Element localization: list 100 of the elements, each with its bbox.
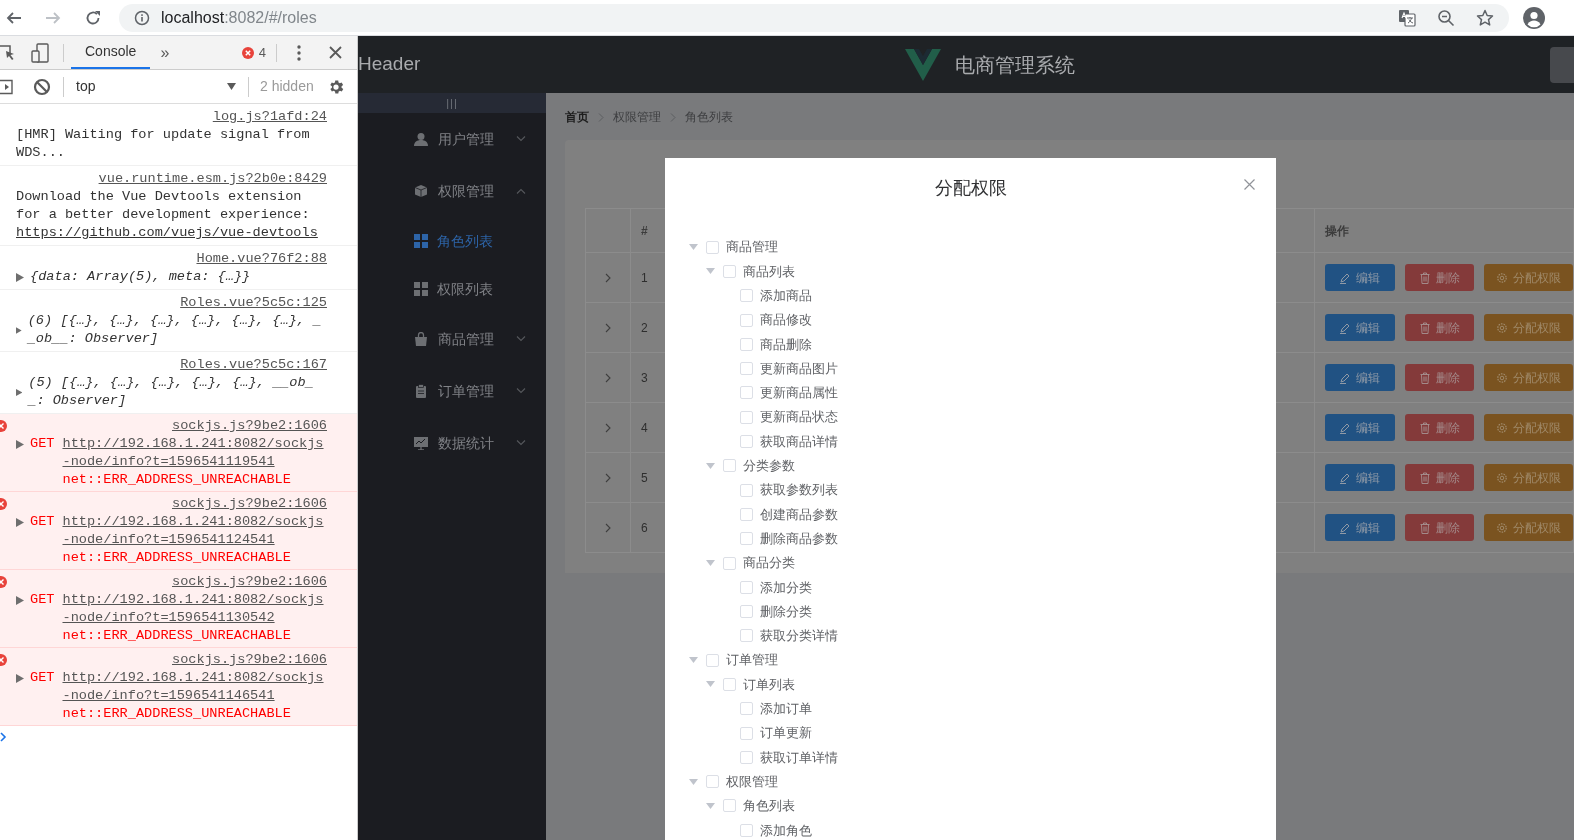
inspect-element-icon[interactable]: [0, 43, 16, 62]
expand-triangle-icon[interactable]: [16, 325, 22, 335]
caret-icon[interactable]: [706, 802, 715, 809]
tree-node[interactable]: 角色列表: [665, 793, 1276, 819]
caret-icon[interactable]: [689, 778, 698, 785]
url-link[interactable]: http://192.168.1.241:8082/sockjs-node/info?t=1596541130542: [62, 591, 327, 627]
source-link[interactable]: sockjs.js?9be2:1606: [172, 651, 327, 669]
tree-node[interactable]: 订单列表: [665, 672, 1276, 697]
chevron-right-icon[interactable]: [604, 371, 612, 384]
object-preview[interactable]: (5) [{…}, {…}, {…}, {…}, {…}, __ob__: Observer]: [28, 374, 327, 410]
profile-avatar-icon[interactable]: [1523, 6, 1545, 29]
caret-icon[interactable]: [689, 657, 698, 664]
url-link[interactable]: https://github.com/vuejs/vue-devtools: [16, 225, 318, 240]
sidebar-menu-item[interactable]: 商品管理: [358, 313, 546, 365]
caret-icon[interactable]: [706, 462, 715, 469]
reload-icon[interactable]: [85, 9, 101, 26]
source-link[interactable]: Roles.vue?5c5c:125: [180, 294, 327, 312]
checkbox[interactable]: [740, 750, 753, 764]
chevron-right-icon[interactable]: [604, 271, 612, 284]
checkbox[interactable]: [706, 240, 719, 254]
tree-node[interactable]: 更新商品属性: [665, 380, 1276, 406]
sidebar-menu-item[interactable]: 用户管理: [358, 113, 546, 165]
checkbox[interactable]: [723, 678, 736, 691]
back-icon[interactable]: [6, 9, 22, 26]
sidebar-submenu-item[interactable]: 权限列表: [358, 265, 546, 313]
url-link[interactable]: http://192.168.1.241:8082/sockjs-node/info?t=1596541146541: [62, 669, 327, 705]
checkbox[interactable]: [740, 629, 753, 643]
tree-node[interactable]: 添加角色: [665, 818, 1276, 840]
checkbox[interactable]: [723, 264, 736, 278]
tree-node[interactable]: 商品列表: [665, 259, 1276, 284]
tree-node[interactable]: 商品分类: [665, 550, 1276, 576]
checkbox[interactable]: [740, 823, 753, 837]
caret-icon[interactable]: [706, 268, 715, 275]
tree-node[interactable]: 订单管理: [665, 648, 1276, 673]
checkbox[interactable]: [740, 726, 753, 740]
tree-node[interactable]: 添加订单: [665, 696, 1276, 721]
close-icon[interactable]: [1244, 179, 1255, 190]
tree-node[interactable]: 权限管理: [665, 769, 1276, 794]
checkbox[interactable]: [740, 337, 753, 351]
tree-node[interactable]: 更新商品图片: [665, 356, 1276, 381]
address-bar[interactable]: localhost:8082/#/roles: [119, 3, 1509, 32]
tree-node[interactable]: 删除分类: [665, 599, 1276, 624]
checkbox[interactable]: [723, 799, 736, 813]
console-prompt-icon[interactable]: [0, 732, 7, 742]
caret-icon[interactable]: [706, 560, 715, 566]
sidebar-menu-item[interactable]: 数据统计: [358, 417, 546, 469]
checkbox[interactable]: [740, 605, 753, 619]
close-icon[interactable]: [329, 46, 342, 59]
more-tabs-button[interactable]: »: [160, 36, 170, 69]
expand-triangle-icon[interactable]: [16, 439, 24, 449]
object-preview[interactable]: {data: Array(5), meta: {…}}: [30, 268, 251, 286]
info-icon[interactable]: [134, 9, 150, 26]
expand-triangle-icon[interactable]: [16, 595, 24, 605]
chevron-right-icon[interactable]: [604, 471, 612, 484]
checkbox[interactable]: [740, 532, 753, 546]
checkbox[interactable]: [740, 483, 753, 497]
error-count-badge[interactable]: 4: [241, 36, 266, 69]
kebab-menu-icon[interactable]: [297, 44, 301, 61]
checkbox[interactable]: [740, 289, 753, 303]
tree-node[interactable]: 获取分类详情: [665, 623, 1276, 649]
checkbox[interactable]: [740, 313, 753, 327]
checkbox[interactable]: [740, 580, 753, 594]
tree-node[interactable]: 分类参数: [665, 453, 1276, 478]
breadcrumb-item[interactable]: 首页: [565, 108, 589, 126]
tree-node[interactable]: 添加分类: [665, 575, 1276, 600]
tree-node[interactable]: 商品修改: [665, 307, 1276, 333]
context-dropdown[interactable]: top: [76, 76, 236, 97]
caret-icon[interactable]: [706, 681, 715, 688]
object-preview[interactable]: (6) [{…}, {…}, {…}, {…}, {…}, {…}, __ob__: Observer]: [27, 312, 327, 348]
url-link[interactable]: http://192.168.1.241:8082/sockjs-node/info?t=1596541119541: [62, 435, 327, 471]
checkbox[interactable]: [740, 410, 753, 424]
checkbox[interactable]: [740, 386, 753, 400]
caret-icon[interactable]: [689, 244, 698, 251]
tree-node[interactable]: 更新商品状态: [665, 405, 1276, 430]
chevron-right-icon[interactable]: [604, 421, 612, 434]
source-link[interactable]: Home.vue?76f2:88: [196, 250, 327, 268]
tree-node[interactable]: 获取订单详情: [665, 745, 1276, 770]
clear-console-icon[interactable]: [33, 77, 51, 96]
source-link[interactable]: log.js?1afd:24: [212, 108, 327, 126]
chevron-right-icon[interactable]: [604, 521, 612, 534]
checkbox[interactable]: [740, 702, 753, 716]
expand-triangle-icon[interactable]: [16, 272, 24, 282]
checkbox[interactable]: [706, 653, 719, 667]
star-icon[interactable]: [1476, 8, 1494, 27]
tree-node[interactable]: 删除商品参数: [665, 526, 1276, 551]
translate-icon[interactable]: [1398, 8, 1416, 27]
checkbox[interactable]: [740, 362, 753, 376]
tree-node[interactable]: 获取商品详情: [665, 429, 1276, 454]
sidebar-menu-item[interactable]: 权限管理: [358, 165, 546, 217]
source-link[interactable]: sockjs.js?9be2:1606: [172, 495, 327, 513]
tree-node[interactable]: 获取参数列表: [665, 477, 1276, 503]
source-link[interactable]: vue.runtime.esm.js?2b0e:8429: [98, 170, 327, 188]
checkbox[interactable]: [723, 459, 736, 473]
checkbox[interactable]: [740, 507, 753, 521]
zoom-out-icon[interactable]: [1437, 8, 1455, 27]
expand-triangle-icon[interactable]: [16, 673, 24, 683]
device-toolbar-icon[interactable]: [31, 42, 49, 63]
sidebar-menu-item[interactable]: 订单管理: [358, 365, 546, 417]
checkbox[interactable]: [723, 556, 736, 570]
header-button[interactable]: [1550, 46, 1574, 83]
